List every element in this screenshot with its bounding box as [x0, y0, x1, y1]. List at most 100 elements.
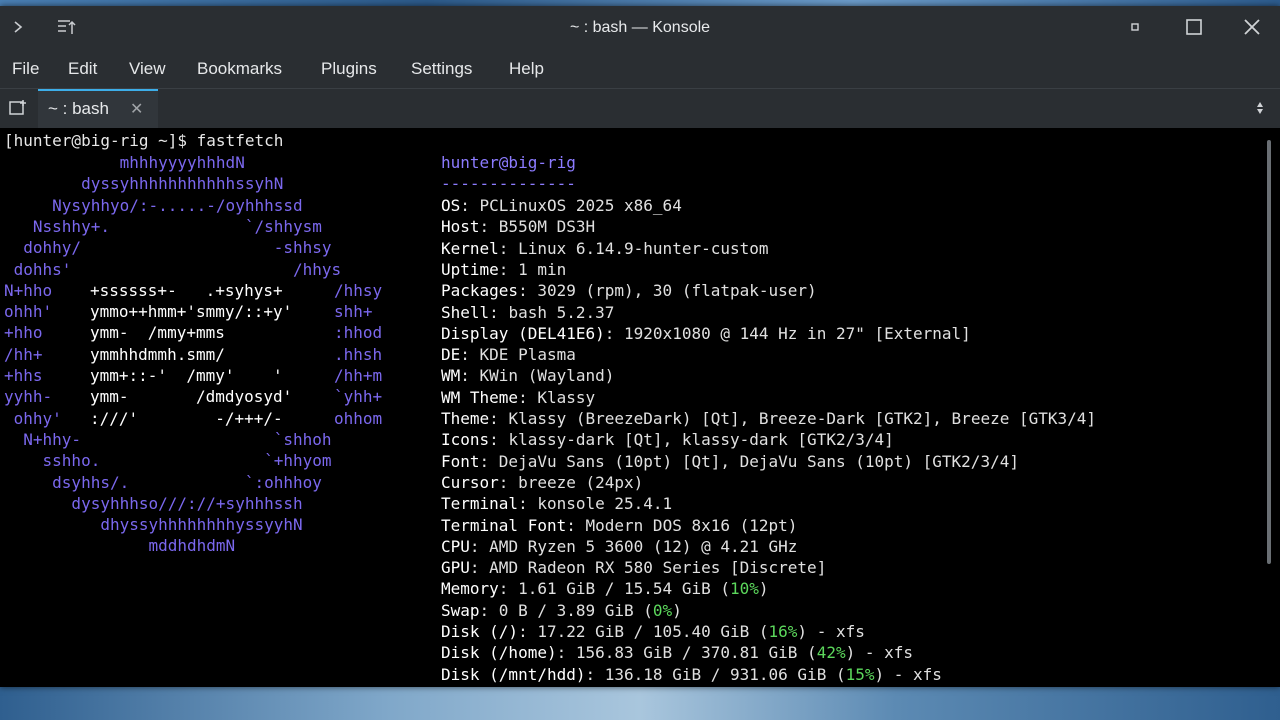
info-label: Uptime: [441, 259, 499, 279]
usage-line: Disk (/home): 156.83 GiB / 370.81 GiB (4…: [441, 642, 913, 663]
logo-line: yyhh-: [4, 387, 53, 407]
logo-inner: ymmo++hmm+'smmy/::+y': [90, 302, 293, 322]
info-line: Packages: 3029 (rpm), 30 (flatpak-user): [441, 280, 817, 301]
usage-label: Swap: [441, 600, 480, 620]
wallpaper-bottom: [0, 686, 1280, 720]
usage-label: Memory: [441, 579, 499, 599]
info-label: Icons: [441, 430, 490, 450]
logo-edge: /hhsy: [334, 280, 383, 300]
info-value: : Klassy (BreezeDark) [Qt], Breeze-Dark …: [489, 409, 1097, 428]
info-line: Terminal Font: Modern DOS 8x16 (12pt): [441, 515, 797, 536]
info-line: Cursor: breeze (24px): [441, 472, 643, 493]
logo-inner: ymm- /dmdyosyd': [90, 387, 293, 407]
logo-edge: /hh+m: [334, 366, 383, 385]
menu-edit[interactable]: Edit: [68, 59, 97, 79]
terminal-view[interactable]: [hunter@big-rig ~]$ fastfetch hunter@big…: [0, 128, 1280, 687]
menu-help[interactable]: Help: [509, 59, 544, 79]
usage-value: : 1.61 GiB / 15.54 GiB (: [498, 579, 730, 599]
info-line: Uptime: 1 min: [441, 259, 566, 280]
usage-value: : 17.22 GiB / 105.40 GiB (: [518, 622, 769, 641]
info-line: Theme: Klassy (BreezeDark) [Qt], Breeze-…: [441, 408, 1096, 429]
usage-percent: 15%: [845, 664, 875, 684]
logo-line: sshho. `+hhyom: [4, 451, 332, 471]
info-label: WM: [441, 366, 461, 386]
scrollbar[interactable]: [1267, 140, 1271, 564]
tab-menu-icon[interactable]: [1246, 94, 1274, 122]
logo-line: /hh+: [4, 344, 43, 364]
info-line: WM Theme: Klassy: [441, 387, 595, 408]
usage-suffix: ) - xfs: [845, 643, 914, 663]
titlebar: ~ : bash — Konsole: [0, 6, 1280, 48]
close-icon[interactable]: [1238, 13, 1266, 41]
info-value: : B550M DS3H: [479, 217, 596, 237]
usage-value: : 136.18 GiB / 931.06 GiB (: [585, 664, 846, 684]
new-tab-icon[interactable]: [4, 94, 32, 122]
logo-inner: ymm- /mmy+mms: [90, 323, 225, 343]
info-line: GPU: AMD Radeon RX 580 Series [Discrete]: [441, 557, 826, 578]
logo-inner: :///' -/+++/-: [90, 408, 283, 428]
info-value: : bash 5.2.37: [489, 302, 615, 322]
usage-percent: 0%: [652, 600, 673, 620]
logo-edge: .hhsh: [334, 344, 383, 364]
usage-line: Disk (/mnt/hdd): 136.18 GiB / 931.06 GiB…: [441, 664, 942, 685]
separator: --------------: [441, 174, 576, 193]
logo-line: dohhy/ -shhsy: [4, 238, 332, 258]
info-value: : 3029 (rpm), 30 (flatpak-user): [518, 281, 817, 301]
tab-close-icon[interactable]: ✕: [130, 99, 143, 118]
usage-value: : 156.83 GiB / 370.81 GiB (: [556, 643, 817, 663]
usage-label: Disk (/mnt/hdd): [441, 664, 586, 684]
info-label: Terminal Font: [441, 515, 567, 535]
info-label: Packages: [441, 281, 519, 301]
info-line: WM: KWin (Wayland): [441, 365, 614, 386]
info-value: : AMD Radeon RX 580 Series [Discrete]: [469, 558, 827, 578]
tab-label: ~ : bash: [48, 99, 109, 118]
info-value: : Klassy: [518, 387, 596, 407]
info-value: : DejaVu Sans (10pt) [Qt], DejaVu Sans (…: [479, 451, 1019, 471]
command-line: [hunter@big-rig ~]$ fastfetch: [4, 131, 284, 150]
menu-settings[interactable]: Settings: [411, 59, 472, 79]
logo-line: mhhhyyyyhhhdN: [4, 153, 245, 172]
logo-line: dysyhhhso///://+syhhhssh: [4, 493, 303, 513]
info-label: Font: [441, 451, 480, 471]
logo-edge: :hhod: [334, 323, 383, 343]
usage-percent: 42%: [816, 643, 846, 663]
usage-line: Memory: 1.61 GiB / 15.54 GiB (10%): [441, 578, 769, 599]
info-value: : Linux 6.14.9-hunter-custom: [498, 238, 769, 258]
info-label: Display (DEL41E6): [441, 323, 605, 343]
logo-line: dyssyhhhhhhhhhhhssyhN: [4, 174, 284, 194]
logo-edge: ohhom: [334, 408, 383, 428]
menu-file[interactable]: File: [12, 59, 39, 79]
info-value: : 1 min: [498, 259, 567, 279]
menu-bookmarks[interactable]: Bookmarks: [197, 59, 282, 79]
usage-suffix: ) - xfs: [797, 622, 865, 641]
tabbar: ~ : bash ✕: [0, 88, 1280, 129]
menu-view[interactable]: View: [129, 59, 166, 79]
info-line: OS: PCLinuxOS 2025 x86_64: [441, 195, 682, 216]
tab-bash[interactable]: ~ : bash ✕: [38, 89, 158, 128]
usage-percent: 10%: [729, 579, 759, 599]
info-line: Font: DejaVu Sans (10pt) [Qt], DejaVu Sa…: [441, 451, 1019, 472]
info-value: : PCLinuxOS 2025 x86_64: [460, 196, 682, 215]
logo-edge: shh+: [334, 302, 373, 322]
logo-inner: ymmhhdmmh.smm/: [90, 344, 225, 364]
info-value: : 1920x1080 @ 144 Hz in 27" [External]: [604, 323, 971, 343]
logo-line: Nysyhhyo/:-.....-/oyhhhssd: [4, 195, 303, 215]
minimize-icon[interactable]: [1121, 13, 1149, 41]
logo-line: ohhh': [4, 302, 53, 322]
info-label: CPU: [441, 536, 470, 556]
maximize-icon[interactable]: [1180, 13, 1208, 41]
info-value: : Modern DOS 8x16 (12pt): [566, 515, 798, 535]
logo-line: +hhs: [4, 366, 43, 385]
usage-label: Disk (/): [441, 622, 519, 641]
logo-line: Nsshhy+. `/shhysm: [4, 216, 322, 236]
usage-suffix: ): [758, 579, 769, 599]
info-label: Shell: [441, 302, 490, 322]
menu-plugins[interactable]: Plugins: [321, 59, 377, 79]
logo-line: N+hhy- `shhoh: [4, 429, 332, 449]
info-value: : AMD Ryzen 5 3600 (12) @ 4.21 GHz: [469, 536, 798, 556]
info-line: DE: KDE Plasma: [441, 344, 576, 365]
info-value: : klassy-dark [Qt], klassy-dark [GTK2/3/…: [489, 430, 894, 450]
info-label: Terminal: [441, 494, 519, 514]
logo-inner: +ssssss+- .+syhys+: [90, 280, 283, 300]
info-line: CPU: AMD Ryzen 5 3600 (12) @ 4.21 GHz: [441, 536, 797, 557]
